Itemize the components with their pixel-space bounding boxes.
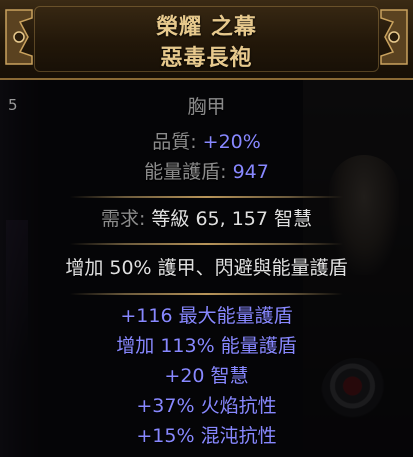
tooltip-header: 榮耀 之幕 惡毒長袍	[0, 0, 413, 80]
energy-shield-row: 能量護盾: 947	[144, 161, 269, 183]
explicit-mod: 增加 113% 能量護盾	[116, 335, 297, 357]
item-tooltip: 榮耀 之幕 惡毒長袍 5 胸甲 品質: +20% 能量護盾: 947 需求: 等…	[0, 0, 413, 457]
explicit-mod: +37% 火焰抗性	[136, 395, 277, 417]
requirements-label: 需求	[100, 208, 139, 230]
separator	[70, 243, 343, 245]
requirements-value: 等級 65, 157 智慧	[151, 208, 313, 230]
energy-shield-label: 能量護盾	[144, 161, 221, 183]
quality-value: +20%	[202, 131, 261, 153]
explicit-mod: +15% 混沌抗性	[136, 425, 277, 447]
energy-shield-value: 947	[232, 161, 269, 183]
item-base-type: 惡毒長袍	[160, 46, 253, 71]
explicit-mod: +116 最大能量護盾	[120, 305, 293, 327]
requirements-row: 需求: 等級 65, 157 智慧	[100, 208, 313, 230]
separator	[70, 196, 343, 198]
quality-row: 品質: +20%	[152, 131, 261, 153]
item-class: 胸甲	[187, 96, 226, 118]
explicit-mod: +20 智慧	[164, 365, 249, 387]
quality-label: 品質	[152, 131, 191, 153]
item-name: 榮耀 之幕	[156, 15, 257, 40]
separator	[70, 293, 343, 295]
implicit-mod: 增加 50% 護甲、閃避與能量護盾	[65, 257, 348, 279]
